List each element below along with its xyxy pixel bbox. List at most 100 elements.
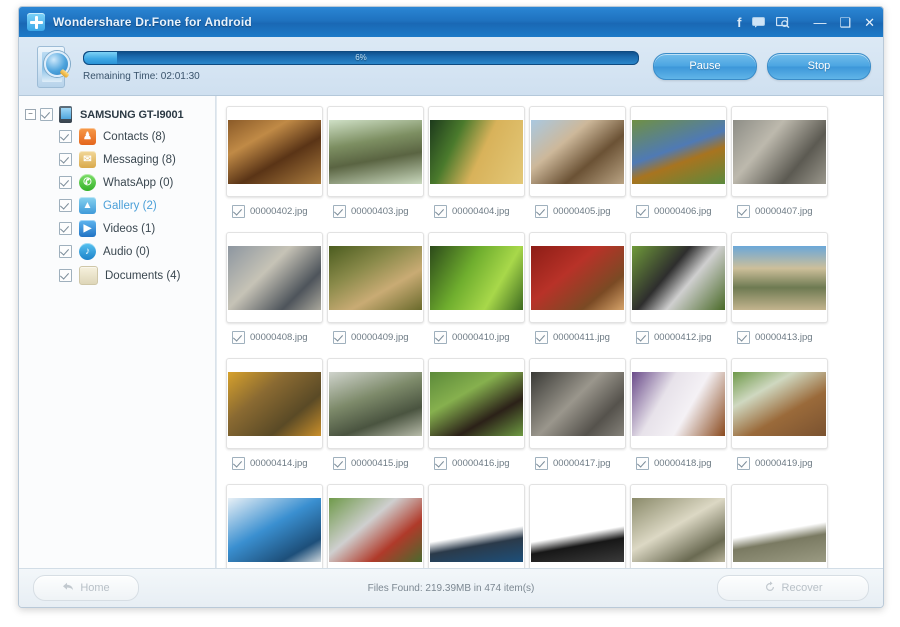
- file-name: 00000419.jpg: [755, 457, 813, 469]
- thumbnail-card[interactable]: [630, 106, 727, 197]
- thumbnail-card[interactable]: [731, 232, 828, 323]
- gallery-item[interactable]: 00000407.jpg: [730, 106, 831, 218]
- gallery-item[interactable]: 00000406.jpg: [629, 106, 730, 218]
- category-checkbox[interactable]: [59, 269, 72, 282]
- file-checkbox[interactable]: [434, 330, 447, 344]
- file-label-row: 00000411.jpg: [529, 330, 628, 344]
- gallery-item[interactable]: 00000404.jpg: [427, 106, 528, 218]
- gallery-item[interactable]: [225, 484, 326, 568]
- gallery-item[interactable]: 00000410.jpg: [427, 232, 528, 344]
- file-checkbox[interactable]: [535, 456, 548, 470]
- gallery-item[interactable]: 00000418.jpg: [629, 358, 730, 470]
- sidebar-item-videos[interactable]: ▶ Videos (1): [19, 217, 215, 240]
- gallery-item[interactable]: [427, 484, 528, 568]
- file-checkbox[interactable]: [737, 456, 750, 470]
- file-checkbox[interactable]: [434, 456, 447, 470]
- gallery-item[interactable]: 00000412.jpg: [629, 232, 730, 344]
- gallery-item[interactable]: 00000405.jpg: [528, 106, 629, 218]
- gallery-item[interactable]: 00000413.jpg: [730, 232, 831, 344]
- minimize-button[interactable]: —: [813, 16, 826, 29]
- gallery-item[interactable]: 00000409.jpg: [326, 232, 427, 344]
- file-name: 00000409.jpg: [351, 331, 409, 343]
- thumbnail-card[interactable]: [630, 484, 727, 568]
- category-checkbox[interactable]: [59, 245, 72, 258]
- gallery-item[interactable]: 00000411.jpg: [528, 232, 629, 344]
- thumbnail-card[interactable]: [226, 484, 323, 568]
- thumbnail-card[interactable]: [226, 106, 323, 197]
- file-checkbox[interactable]: [232, 456, 245, 470]
- category-checkbox[interactable]: [59, 199, 72, 212]
- feedback-chat-icon[interactable]: [752, 16, 766, 28]
- gallery-item[interactable]: 00000417.jpg: [528, 358, 629, 470]
- gallery-item[interactable]: [629, 484, 730, 568]
- category-checkbox[interactable]: [59, 153, 72, 166]
- file-checkbox[interactable]: [636, 204, 649, 218]
- screen-search-icon[interactable]: [776, 16, 790, 28]
- file-checkbox[interactable]: [737, 204, 750, 218]
- category-checkbox[interactable]: [59, 222, 72, 235]
- close-button[interactable]: ✕: [864, 16, 875, 29]
- gallery-item[interactable]: 00000408.jpg: [225, 232, 326, 344]
- category-checkbox[interactable]: [59, 176, 72, 189]
- thumbnail-card[interactable]: [428, 232, 525, 323]
- thumbnail-card[interactable]: [428, 484, 525, 568]
- stop-button[interactable]: Stop: [767, 52, 871, 80]
- file-checkbox[interactable]: [333, 204, 346, 218]
- thumbnail-card[interactable]: [630, 358, 727, 449]
- thumbnail-card[interactable]: [226, 358, 323, 449]
- pause-button[interactable]: Pause: [653, 52, 757, 80]
- gallery-item[interactable]: 00000403.jpg: [326, 106, 427, 218]
- thumbnail-card[interactable]: [529, 232, 626, 323]
- file-checkbox[interactable]: [232, 330, 245, 344]
- row-spacer: [225, 344, 883, 358]
- file-checkbox[interactable]: [535, 330, 548, 344]
- thumbnail-card[interactable]: [428, 358, 525, 449]
- gallery-item[interactable]: 00000414.jpg: [225, 358, 326, 470]
- thumbnail-card[interactable]: [226, 232, 323, 323]
- device-checkbox[interactable]: [40, 108, 53, 121]
- thumbnail-card[interactable]: [529, 484, 626, 568]
- sidebar-item-contacts[interactable]: ♟ Contacts (8): [19, 125, 215, 148]
- gallery-item[interactable]: [528, 484, 629, 568]
- thumbnail-card[interactable]: [327, 106, 424, 197]
- thumbnail-card[interactable]: [731, 106, 828, 197]
- home-button[interactable]: Home: [33, 575, 139, 601]
- thumbnail-card[interactable]: [529, 358, 626, 449]
- sidebar-item-whatsapp[interactable]: ✆ WhatsApp (0): [19, 171, 215, 194]
- tree-expander[interactable]: −: [25, 109, 36, 120]
- sidebar-item-gallery[interactable]: ▲ Gallery (2): [19, 194, 215, 217]
- title-bar: Wondershare Dr.Fone for Android f — ❑ ✕: [19, 7, 883, 37]
- thumbnail-card[interactable]: [327, 484, 424, 568]
- file-checkbox[interactable]: [333, 456, 346, 470]
- gallery-item[interactable]: 00000415.jpg: [326, 358, 427, 470]
- gallery-item[interactable]: [326, 484, 427, 568]
- sidebar-item-documents[interactable]: Documents (4): [19, 263, 215, 288]
- thumbnail-card[interactable]: [428, 106, 525, 197]
- device-tree-root[interactable]: − SAMSUNG GT-I9001: [19, 104, 215, 125]
- category-checkbox[interactable]: [59, 130, 72, 143]
- thumbnail-card[interactable]: [630, 232, 727, 323]
- file-checkbox[interactable]: [434, 204, 447, 218]
- thumbnail-card[interactable]: [731, 484, 828, 568]
- gallery-item[interactable]: 00000402.jpg: [225, 106, 326, 218]
- sidebar-item-messaging[interactable]: ✉ Messaging (8): [19, 148, 215, 171]
- gallery-item[interactable]: [730, 484, 831, 568]
- whatsapp-icon: ✆: [79, 174, 96, 191]
- thumbnail-card[interactable]: [529, 106, 626, 197]
- thumbnail-card[interactable]: [731, 358, 828, 449]
- file-checkbox[interactable]: [636, 330, 649, 344]
- thumbnail-card[interactable]: [327, 232, 424, 323]
- gallery-row: 00000402.jpg 00000403.jpg 00000404.jpg 0000…: [225, 106, 883, 218]
- thumbnail-card[interactable]: [327, 358, 424, 449]
- file-checkbox[interactable]: [333, 330, 346, 344]
- file-checkbox[interactable]: [535, 204, 548, 218]
- sidebar-item-audio[interactable]: ♪ Audio (0): [19, 240, 215, 263]
- file-checkbox[interactable]: [636, 456, 649, 470]
- gallery-item[interactable]: 00000419.jpg: [730, 358, 831, 470]
- gallery-item[interactable]: 00000416.jpg: [427, 358, 528, 470]
- recover-button[interactable]: Recover: [717, 575, 869, 601]
- facebook-icon[interactable]: f: [737, 16, 741, 29]
- maximize-button[interactable]: ❑: [839, 16, 851, 29]
- file-checkbox[interactable]: [232, 204, 245, 218]
- file-checkbox[interactable]: [737, 330, 750, 344]
